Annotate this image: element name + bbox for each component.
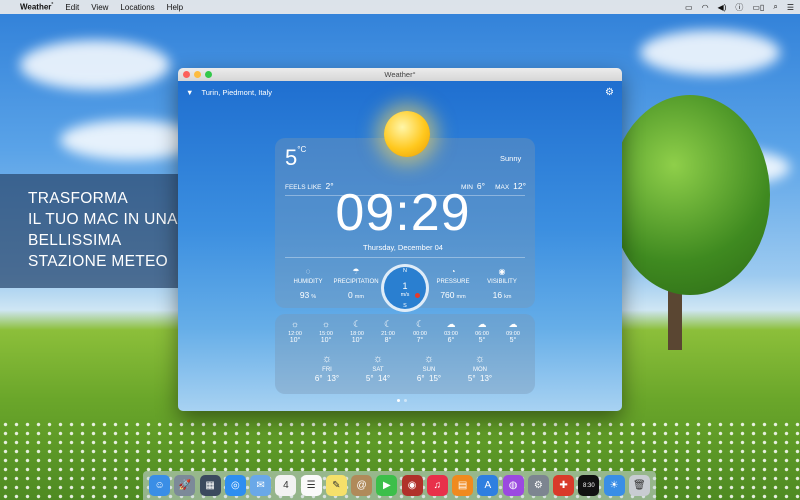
mission-control-icon[interactable]: ▦ (199, 475, 221, 496)
mail-icon[interactable]: ✉ (250, 475, 272, 496)
books-icon[interactable]: ▤ (452, 475, 474, 496)
menu-help[interactable]: Help (167, 3, 183, 12)
moon-icon: ☾ (352, 319, 362, 329)
flashcards-icon[interactable]: ✚ (553, 475, 575, 496)
clock-time: 09:29 (335, 184, 471, 242)
cloud-moon-icon: ☁ (477, 319, 487, 329)
tree (610, 95, 770, 295)
menu-bar: Weather° Edit View Locations Help ▭ ◠ ◀)… (0, 0, 800, 14)
safari-icon[interactable]: ◎ (224, 475, 246, 496)
sun-icon: ☼ (321, 319, 331, 329)
list-icon[interactable]: ☰ (787, 3, 794, 12)
sun-icon: ☼ (474, 353, 486, 365)
close-button[interactable] (183, 71, 190, 78)
wind-speed: 1 (402, 281, 408, 291)
daily-item: ☼ SUN 6° 15° (405, 353, 453, 383)
wind-direction-marker (415, 293, 420, 298)
weather-content: ▼ Turin, Piedmont, Italy ⚙ 5°C Sunny FEE… (178, 81, 622, 411)
location-selector[interactable]: ▼ Turin, Piedmont, Italy (186, 88, 272, 97)
sun-icon: ☼ (423, 353, 435, 365)
umbrella-icon: ☂ (352, 267, 360, 276)
precipitation-stat: ☂ PRECIPITATION 0 mm (328, 267, 384, 300)
location-name: Turin, Piedmont, Italy (201, 88, 273, 97)
weather-icon[interactable]: ☀ (603, 475, 625, 496)
hourly-item: ☼ 12:00 10° (279, 319, 311, 344)
condition-text: Sunny (500, 154, 522, 163)
minimize-button[interactable] (194, 71, 201, 78)
daily-item: ☼ FRI 6° 13° (303, 353, 351, 383)
daily-item: ☼ SAT 5° 14° (354, 353, 402, 383)
dock: ☺ 🚀 ▦ ◎ ✉ 4 ☰ ✎ @ ▶ ◉ ♫ ▤ A ◍ ⚙ ✚ 8:30 ☀ 🗑 (143, 471, 656, 500)
cloud-sun-icon: ☁ (508, 319, 518, 329)
system-preferences-icon[interactable]: ⚙ (527, 475, 549, 496)
eye-icon: ◉ (498, 267, 506, 276)
weather-window: Weather° ▼ Turin, Piedmont, Italy ⚙ 5°C … (178, 68, 622, 411)
window-title: Weather° (384, 70, 416, 79)
feels-like: FEELS LIKE 2° (285, 181, 334, 191)
sun-icon (384, 111, 430, 157)
wifi-icon[interactable]: ◠ (702, 3, 709, 12)
compass-south: S (403, 303, 407, 309)
window-controls (183, 71, 212, 78)
current-temperature: 5°C (285, 145, 307, 170)
hourly-item: ☁ 03:00 6° (435, 319, 467, 344)
menu-view[interactable]: View (91, 3, 108, 12)
contacts-icon[interactable]: @ (351, 475, 373, 496)
moon-icon: ☾ (383, 319, 393, 329)
facetime-icon[interactable]: ▶ (376, 475, 398, 496)
page-dot[interactable] (404, 399, 407, 402)
hourly-item: ☁ 06:00 5° (466, 319, 498, 344)
current-date: Thursday, December 04 (363, 243, 443, 252)
sun-icon: ☼ (372, 353, 384, 365)
launchpad-icon[interactable]: 🚀 (174, 475, 196, 496)
info-icon[interactable]: ⓘ (735, 2, 743, 13)
wind-compass: N 1 m/s S (381, 264, 429, 312)
podcasts-icon[interactable]: ◍ (502, 475, 524, 496)
gear-icon[interactable]: ⚙ (605, 87, 614, 98)
title-bar[interactable]: Weather° (178, 68, 622, 81)
daily-item: ☼ MON 5° 13° (456, 353, 504, 383)
pressure-icon: ◔ (450, 267, 456, 276)
clock-icon[interactable]: 8:30 (578, 475, 600, 496)
search-icon[interactable]: ⌕ (773, 2, 777, 12)
notes-icon[interactable]: ✎ (325, 475, 347, 496)
sun-icon: ☼ (290, 319, 300, 329)
hourly-item: ☁ 09:00 5° (497, 319, 529, 344)
trash-icon[interactable]: 🗑 (628, 475, 650, 496)
page-indicator[interactable] (397, 399, 407, 402)
pressure-stat: ◔ PRESSURE 760 mm (425, 267, 481, 300)
photo-booth-icon[interactable]: ◉ (401, 475, 423, 496)
airplay-icon[interactable]: ▭ (685, 3, 693, 12)
finder-icon[interactable]: ☺ (149, 475, 171, 496)
menu-app-name[interactable]: Weather° (20, 2, 53, 12)
music-icon[interactable]: ♫ (426, 475, 448, 496)
moon-icon: ☾ (415, 319, 425, 329)
hourly-item: ☾ 18:00 10° (341, 319, 373, 344)
divider (285, 257, 525, 258)
compass-north: N (403, 268, 407, 274)
hourly-item: ☼ 15:00 10° (310, 319, 342, 344)
max-temp: MAX 12° (495, 181, 527, 191)
reminders-icon[interactable]: ☰ (300, 475, 322, 496)
cloud (20, 40, 170, 90)
visibility-stat: ◉ VISIBILITY 16 km (474, 267, 530, 300)
menu-locations[interactable]: Locations (120, 3, 154, 12)
status-area: ▭ ◠ ◀) ⓘ ▭▯ ⌕ ☰ (685, 0, 794, 14)
sun-icon: ☼ (321, 353, 333, 365)
battery-icon[interactable]: ▭▯ (752, 3, 764, 12)
menu-edit[interactable]: Edit (65, 3, 79, 12)
triangle-down-icon[interactable]: ▼ (186, 88, 193, 97)
zoom-button[interactable] (205, 71, 212, 78)
app-store-icon[interactable]: A (477, 475, 499, 496)
volume-icon[interactable]: ◀) (718, 3, 727, 12)
page-dot[interactable] (397, 399, 400, 402)
calendar-icon[interactable]: 4 (275, 475, 297, 496)
hourly-item: ☾ 00:00 7° (404, 319, 436, 344)
hourly-item: ☾ 21:00 8° (372, 319, 404, 344)
cloud (640, 30, 780, 75)
cloud-moon-icon: ☁ (446, 319, 456, 329)
